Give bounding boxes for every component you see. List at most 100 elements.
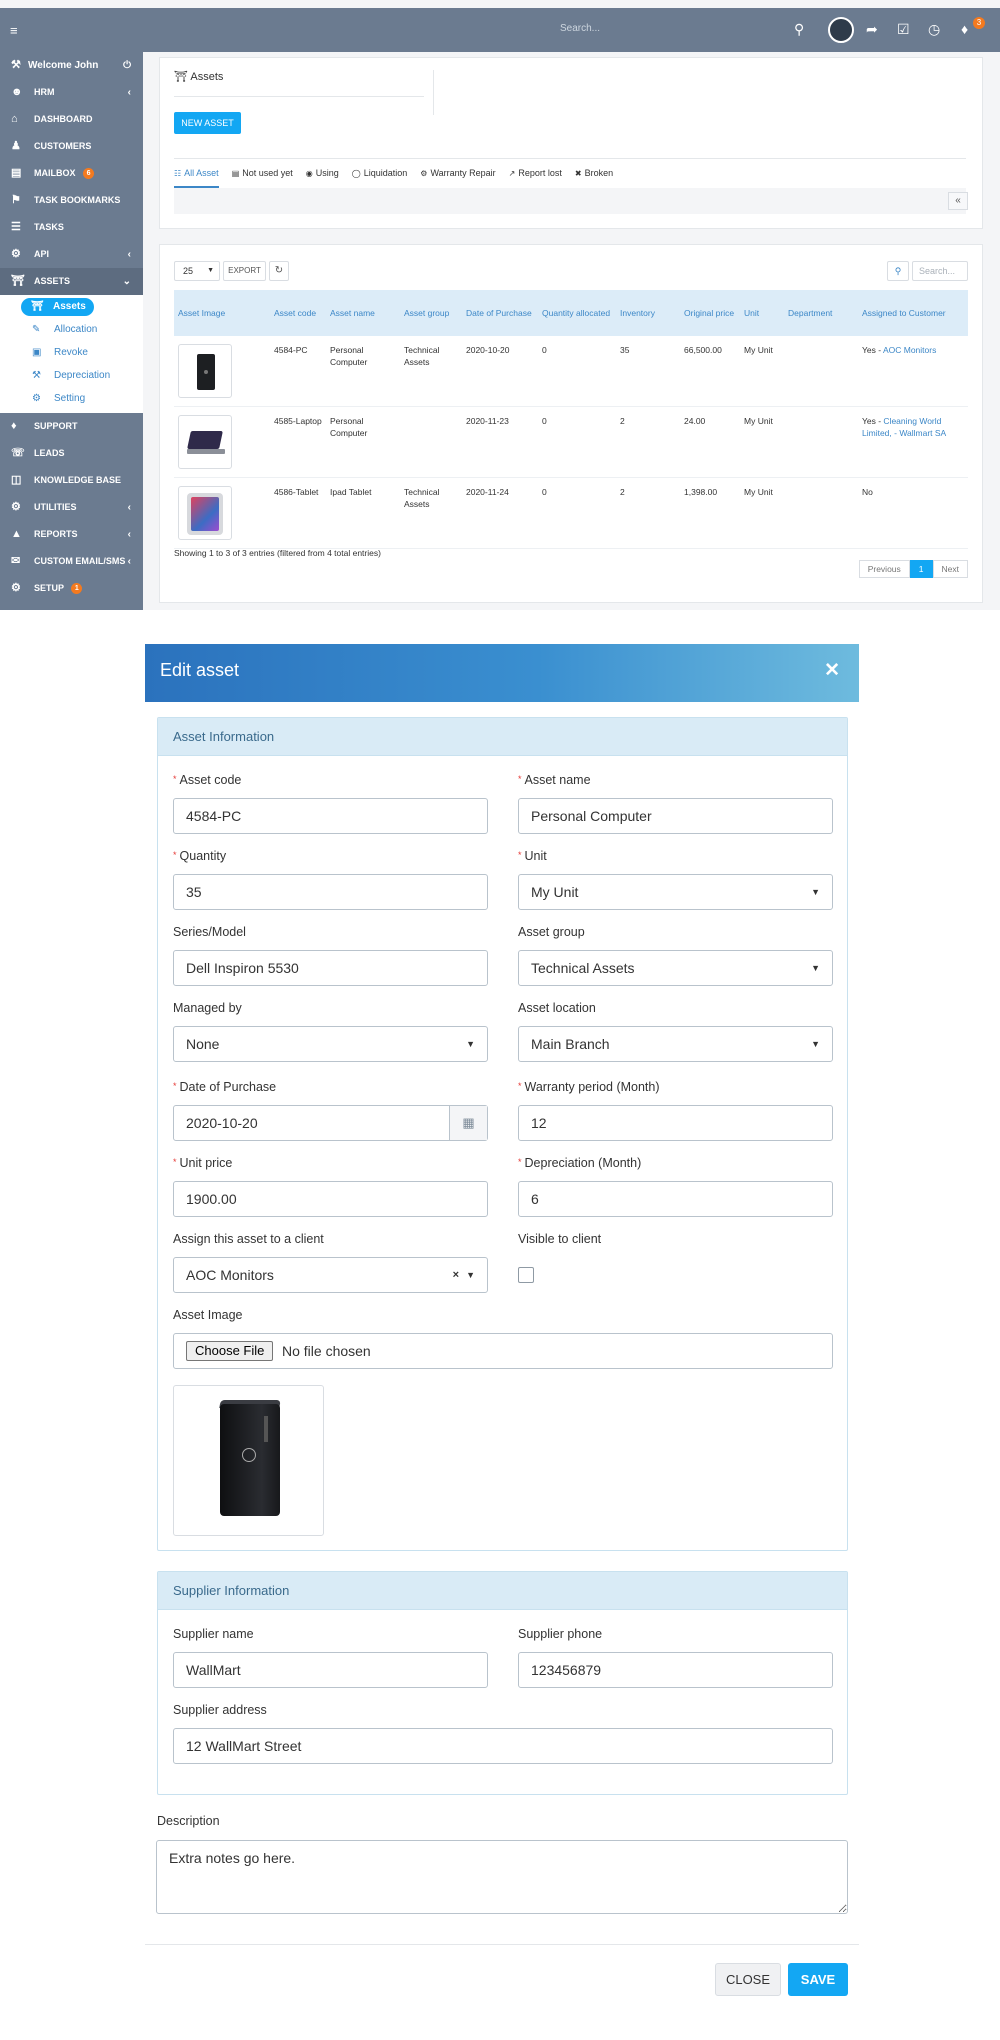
sidebar-item-leads[interactable]: ☏ LEADS	[0, 440, 143, 467]
tab-liquidation[interactable]: ◯ Liquidation	[352, 166, 408, 188]
quantity-label: * Quantity	[173, 849, 226, 863]
sidebar-item-label: KNOWLEDGE BASE	[34, 475, 122, 485]
tab-broken[interactable]: ✖ Broken	[575, 166, 613, 188]
sidebar-subitem-assets[interactable]: ⛩ Assets	[21, 298, 94, 316]
column-header[interactable]: Asset code	[270, 290, 326, 336]
assign-client-select[interactable]: AOC Monitors × ▼	[173, 1257, 488, 1293]
column-header[interactable]: Assigned to Customer	[858, 290, 968, 336]
column-header[interactable]: Asset name	[326, 290, 400, 336]
column-header[interactable]: Asset group	[400, 290, 462, 336]
power-icon[interactable]: ⏻	[123, 52, 131, 79]
menu-toggle-icon[interactable]: ≡	[10, 23, 18, 38]
sidebar-item-setup[interactable]: ⚙ SETUP 1	[0, 575, 143, 602]
sidebar-item-tasks[interactable]: ☰ TASKS	[0, 214, 143, 241]
visible-to-client-checkbox[interactable]	[518, 1267, 534, 1283]
close-icon[interactable]: ✕	[824, 659, 840, 682]
sidebar-item-utilities[interactable]: ⚙ UTILITIES ‹	[0, 494, 143, 521]
sidebar-item-mailbox[interactable]: ▤ MAILBOX 6	[0, 160, 143, 187]
table-row[interactable]: 4586-Tablet Ipad Tablet Technical Assets…	[174, 477, 968, 549]
asset-name-link[interactable]: Ipad Tablet	[326, 477, 400, 549]
column-header[interactable]: Unit	[740, 290, 784, 336]
supplier-phone-input[interactable]: 123456879	[518, 1652, 833, 1688]
close-button[interactable]: CLOSE	[715, 1963, 781, 1996]
sidebar-subitem-depreciation[interactable]: ⚒ Depreciation	[0, 364, 143, 387]
supplier-address-input[interactable]: 12 WallMart Street	[173, 1728, 833, 1764]
asset-thumbnail[interactable]	[178, 344, 232, 398]
previous-page-button[interactable]: Previous	[858, 560, 910, 578]
sidebar-item-hrm[interactable]: ☻ HRM ‹	[0, 79, 143, 106]
checkbox-tasks-icon[interactable]: ☑	[897, 21, 910, 38]
search-icon[interactable]: ⚲	[794, 21, 804, 38]
search-icon[interactable]: ⚲	[887, 261, 909, 281]
asset-thumbnail[interactable]	[178, 486, 232, 540]
sidebar-item-knowledge-base[interactable]: ◫ KNOWLEDGE BASE	[0, 467, 143, 494]
clock-icon[interactable]: ◷	[928, 21, 940, 38]
export-button[interactable]: EXPORT	[223, 261, 266, 281]
next-page-button[interactable]: Next	[932, 560, 968, 578]
column-header[interactable]: Inventory	[616, 290, 680, 336]
sidebar-item-support[interactable]: ♦ SUPPORT	[0, 413, 143, 440]
asset-name-link[interactable]: Personal Computer	[326, 406, 400, 478]
asset-name-link[interactable]: Personal Computer	[326, 336, 400, 407]
bell-icon[interactable]: ♦	[961, 21, 968, 37]
table-row[interactable]: 4584-PC Personal Computer Technical Asse…	[174, 336, 968, 407]
share-icon[interactable]: ➦	[866, 21, 878, 38]
description-textarea[interactable]: Extra notes go here.	[156, 1840, 848, 1914]
quantity-input[interactable]: 35	[173, 874, 488, 910]
sidebar-item-custom-email-sms[interactable]: ✉ CUSTOM EMAIL/SMS ‹	[0, 548, 143, 575]
sidebar-item-assets[interactable]: ⛩ ASSETS ⌄	[0, 268, 143, 295]
sidebar-subitem-revoke[interactable]: ▣ Revoke	[0, 341, 143, 364]
page-button[interactable]: 1	[909, 560, 933, 578]
column-header[interactable]: Asset Image	[174, 290, 270, 336]
column-header[interactable]: Department	[784, 290, 858, 336]
depreciation-input[interactable]: 6	[518, 1181, 833, 1217]
customer-link[interactable]: AOC Monitors	[883, 345, 936, 355]
unit-price-input[interactable]: 1900.00	[173, 1181, 488, 1217]
asset-image-file-input[interactable]: Choose File No file chosen	[173, 1333, 833, 1369]
page-length-select[interactable]: 25 ▼	[174, 261, 220, 281]
column-header[interactable]: Original price	[680, 290, 740, 336]
supplier-name-input[interactable]: WallMart	[173, 1652, 488, 1688]
sidebar-item-reports[interactable]: ▲ REPORTS ‹	[0, 521, 143, 548]
collapse-button[interactable]: «	[948, 192, 968, 210]
tab-not-used-yet[interactable]: ▤ Not used yet	[232, 166, 293, 188]
date-of-purchase-input[interactable]: 2020-10-20 ▦	[173, 1105, 488, 1141]
sidebar-item-dashboard[interactable]: ⌂ DASHBOARD	[0, 106, 143, 133]
table-row[interactable]: 4585-Laptop Personal Computer 2020-11-23…	[174, 406, 968, 478]
new-asset-button[interactable]: NEW ASSET	[174, 112, 241, 134]
asset-code-link[interactable]: 4585-Laptop	[270, 406, 326, 478]
warranty-period-input[interactable]: 12	[518, 1105, 833, 1141]
table-search-input[interactable]: Search...	[912, 261, 968, 281]
bank-icon: ⛩	[31, 301, 44, 312]
sidebar-item-api[interactable]: ⚙ API ‹	[0, 241, 143, 268]
sidebar-subitem-allocation[interactable]: ✎ Allocation	[0, 318, 143, 341]
asset-name-input[interactable]: Personal Computer	[518, 798, 833, 834]
asset-code-link[interactable]: 4584-PC	[270, 336, 326, 407]
tab-using[interactable]: ◉ Using	[306, 166, 339, 188]
asset-thumbnail[interactable]	[178, 415, 232, 469]
clear-icon[interactable]: ×	[453, 1258, 459, 1292]
sidebar-subitem-setting[interactable]: ⚙ Setting	[0, 387, 143, 410]
sidebar-item-task-bookmarks[interactable]: ⚑ TASK BOOKMARKS	[0, 187, 143, 214]
choose-file-button[interactable]: Choose File	[186, 1341, 274, 1361]
sidebar-item-customers[interactable]: ♟ CUSTOMERS	[0, 133, 143, 160]
asset-location-select[interactable]: Main Branch ▼	[518, 1026, 833, 1062]
refresh-button[interactable]: ↻	[269, 261, 289, 281]
tab-report-lost[interactable]: ↗ Report lost	[509, 166, 562, 188]
asset-group-select[interactable]: Technical Assets ▼	[518, 950, 833, 986]
calendar-icon[interactable]: ▦	[449, 1106, 487, 1140]
managed-by-select[interactable]: None ▼	[173, 1026, 488, 1062]
sidebar-welcome[interactable]: ⚒ Welcome John ⏻	[0, 52, 143, 79]
column-header[interactable]: Date of Purchase	[462, 290, 538, 336]
column-header[interactable]: Quantity allocated	[538, 290, 616, 336]
top-search-input[interactable]: Search...	[560, 23, 600, 34]
save-button[interactable]: SAVE	[788, 1963, 848, 1996]
gear-icon: ⚙	[420, 169, 428, 178]
unit-select[interactable]: My Unit ▼	[518, 874, 833, 910]
asset-code-link[interactable]: 4586-Tablet	[270, 477, 326, 549]
avatar[interactable]	[828, 17, 854, 43]
tab-warranty-repair[interactable]: ⚙ Warranty Repair	[420, 166, 495, 188]
series-model-input[interactable]: Dell Inspiron 5530	[173, 950, 488, 986]
tab-all-asset[interactable]: ☷ All Asset	[174, 166, 219, 188]
asset-code-input[interactable]: 4584-PC	[173, 798, 488, 834]
